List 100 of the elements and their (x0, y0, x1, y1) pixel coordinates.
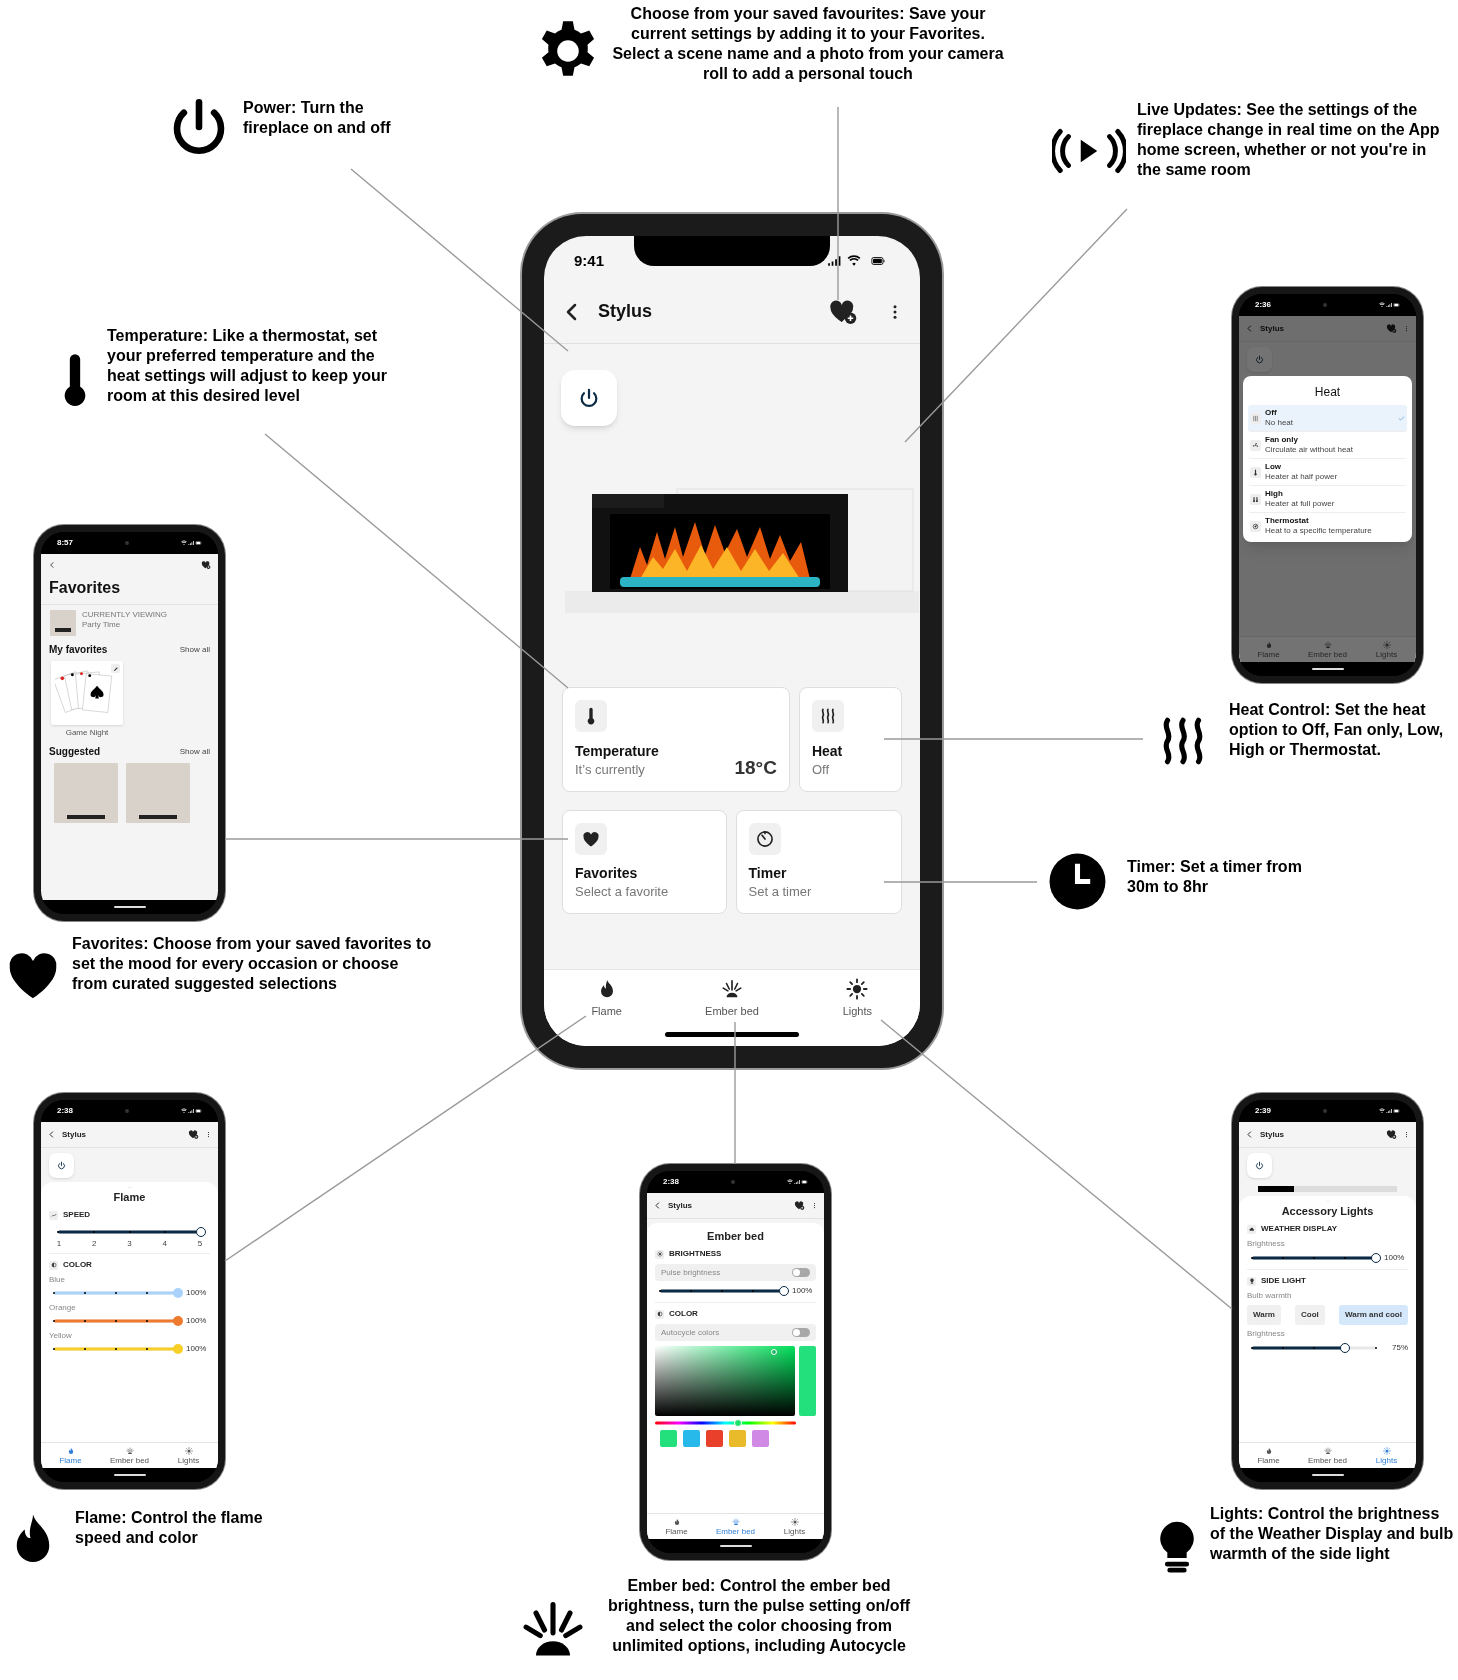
screen-title: Stylus (1260, 322, 1285, 335)
timer-icon (748, 823, 781, 855)
color-icon (49, 1260, 58, 1270)
nav-tab[interactable]: Flame (1239, 1443, 1298, 1468)
status-time: 2:36 (1255, 299, 1271, 311)
power-icon (578, 387, 600, 409)
section-label: COLOR (669, 1308, 698, 1320)
nav-tab[interactable]: Ember bed (706, 1514, 765, 1539)
show-all-link[interactable]: Show all (179, 643, 210, 656)
sun-icon (846, 978, 869, 1000)
signal-icon (794, 1179, 800, 1185)
section-label: COLOR (63, 1259, 92, 1271)
slider-thumb[interactable] (1371, 1253, 1381, 1263)
color-swatch[interactable] (752, 1430, 769, 1447)
warmth-option[interactable]: Warm (1247, 1305, 1281, 1325)
slider-value: 100% (186, 1315, 208, 1327)
color-swatch[interactable] (706, 1430, 723, 1447)
slider-thumb[interactable] (196, 1227, 206, 1237)
thermometer-icon (575, 700, 607, 732)
slider-thumb[interactable] (173, 1316, 183, 1326)
callout-text: Timer: Set a timer from 30m to 8hr (1127, 857, 1303, 897)
toggle-label: Autocycle colors (661, 1326, 720, 1339)
ember-bed-icon (1323, 640, 1332, 649)
flame-icon (1264, 640, 1273, 649)
status-time: 8:57 (57, 537, 73, 549)
section-title: My favorites (49, 643, 108, 657)
signal-icon (1386, 1108, 1392, 1114)
nav-tab[interactable]: Lights (159, 1443, 218, 1468)
tile-title: Favorites (575, 864, 639, 883)
slider-thumb[interactable] (1340, 1343, 1350, 1353)
photo-placeholder (54, 763, 118, 823)
nav-tab[interactable]: Ember bed (669, 978, 795, 1018)
tick-label: 3 (126, 1239, 133, 1248)
slider-thumb[interactable] (779, 1286, 789, 1296)
nav-tab[interactable]: Ember bed (1298, 1443, 1357, 1468)
section-label: BRIGHTNESS (669, 1248, 722, 1260)
slider-thumb[interactable] (173, 1288, 183, 1298)
pencil-icon (112, 665, 119, 672)
heart-plus-icon[interactable] (201, 560, 211, 570)
control-tile[interactable]: Timer Set a timer (735, 810, 902, 914)
slider-label: Brightness (1247, 1329, 1286, 1339)
sheet-title: Accessory Lights (1280, 1204, 1375, 1218)
home-indicator (1311, 668, 1344, 670)
callout-text: Heat Control: Set the heat option to Off, Fan only, Low, High or Thermostat. (1229, 700, 1445, 760)
favorite-card[interactable] (51, 661, 123, 725)
color-icon (655, 1309, 664, 1319)
nav-tab[interactable]: Lights (1357, 1443, 1416, 1468)
signal-icon (1386, 302, 1392, 308)
photo-placeholder (126, 763, 190, 823)
show-all-link[interactable]: Show all (179, 745, 210, 758)
battery-icon (195, 540, 202, 546)
section-label: SIDE LIGHT (1261, 1275, 1306, 1287)
tile-subtitle: Set a timer (748, 883, 812, 901)
heart-plus-icon[interactable] (188, 1129, 199, 1140)
screen-title: Stylus (668, 1199, 693, 1212)
nav-tab[interactable]: Ember bed (100, 1443, 159, 1468)
control-tile[interactable]: Temperature It’s currently 18°C (562, 687, 790, 792)
tile-title: Timer (748, 864, 788, 883)
heart-plus-icon[interactable] (1386, 1129, 1397, 1140)
nav-tab[interactable]: Flame (647, 1514, 706, 1539)
nav-tab[interactable]: Lights (765, 1514, 824, 1539)
sun-icon (184, 1446, 193, 1455)
home-indicator (719, 1545, 752, 1547)
color-swatch[interactable] (729, 1430, 746, 1447)
home-indicator (1311, 1474, 1344, 1476)
home-indicator (113, 906, 146, 908)
color-picker-area[interactable] (655, 1346, 795, 1416)
power-button[interactable] (561, 370, 617, 426)
heart-plus-icon[interactable] (794, 1200, 805, 1211)
nav-tab[interactable]: Flame (41, 1443, 100, 1468)
edit-button[interactable] (111, 664, 120, 673)
toggle-switch[interactable] (792, 1328, 810, 1337)
slider-value: 100% (1384, 1252, 1406, 1264)
photo-placeholder (50, 610, 76, 636)
toggle-switch[interactable] (792, 1268, 810, 1277)
warmth-option[interactable]: Cool (1295, 1305, 1325, 1325)
callout-text: Favorites: Choose from your saved favorites to set the mood for every occasion or choose from curated suggested selections (72, 934, 432, 994)
tick-label: 4 (161, 1239, 168, 1248)
flame-icon (1264, 1446, 1273, 1455)
control-tile[interactable]: Favorites Select a favorite (562, 810, 727, 914)
ember-bed-icon (1323, 1446, 1332, 1455)
sheet-title: Ember bed (706, 1229, 765, 1243)
nav-tab[interactable]: Flame (544, 978, 670, 1018)
slider-label: Orange (49, 1303, 77, 1313)
color-swatch[interactable] (683, 1430, 700, 1447)
slider-thumb[interactable] (173, 1344, 183, 1354)
control-tile[interactable]: Heat Off (798, 687, 902, 792)
tile-subtitle: It’s currently (575, 761, 646, 779)
heat-option[interactable]: Off No heat (1248, 405, 1407, 432)
hue-thumb[interactable] (734, 1419, 743, 1427)
tile-title: Temperature (575, 742, 659, 761)
battery-icon (801, 1179, 808, 1185)
signal-icon (188, 540, 194, 546)
nav-tab[interactable]: Lights (794, 978, 920, 1018)
battery-icon (195, 1108, 202, 1114)
color-swatch[interactable] (660, 1430, 677, 1447)
screen-title: Stylus (598, 300, 654, 323)
home-indicator (113, 1474, 146, 1476)
warmth-option[interactable]: Warm and cool (1338, 1305, 1408, 1325)
slider-label: Blue (49, 1275, 66, 1285)
